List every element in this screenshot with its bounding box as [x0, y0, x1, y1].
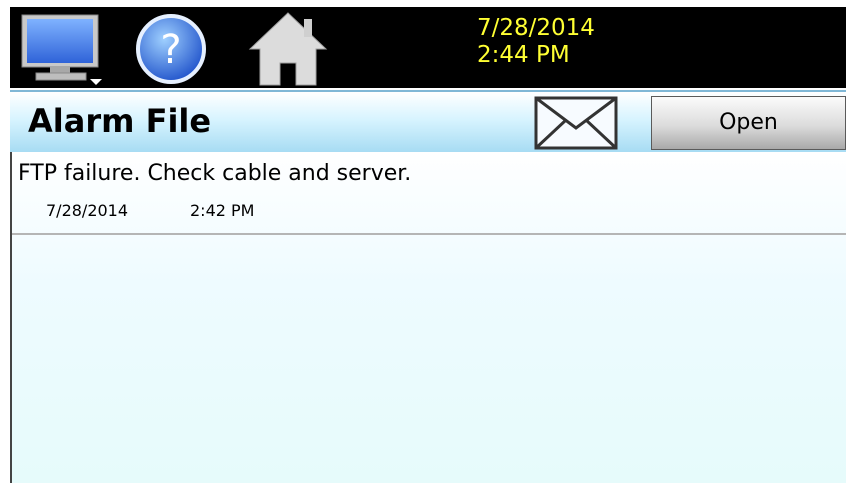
date-time-display: 7/28/2014 2:44 PM [477, 15, 595, 69]
email-button[interactable] [534, 96, 618, 150]
current-date: 7/28/2014 [477, 15, 595, 41]
alarm-file-screen: ? 7/28/2014 2:44 PM Alarm File Open FTP … [0, 0, 846, 483]
svg-text:?: ? [160, 27, 181, 73]
home-icon[interactable] [248, 11, 328, 87]
alarm-list-item[interactable]: FTP failure. Check cable and server. 7/2… [12, 152, 846, 235]
alarm-time: 2:42 PM [190, 201, 255, 220]
help-icon[interactable]: ? [135, 13, 207, 85]
alarm-list: FTP failure. Check cable and server. 7/2… [10, 152, 846, 483]
alarm-message: FTP failure. Check cable and server. [18, 161, 412, 186]
monitor-icon[interactable] [20, 11, 104, 87]
page-title: Alarm File [28, 102, 212, 140]
page-header: Alarm File Open [10, 90, 846, 152]
alarm-date: 7/28/2014 [46, 201, 129, 220]
envelope-icon [534, 96, 618, 150]
current-time: 2:44 PM [477, 42, 570, 68]
open-button[interactable]: Open [651, 96, 846, 150]
top-bar: ? 7/28/2014 2:44 PM [10, 7, 846, 88]
